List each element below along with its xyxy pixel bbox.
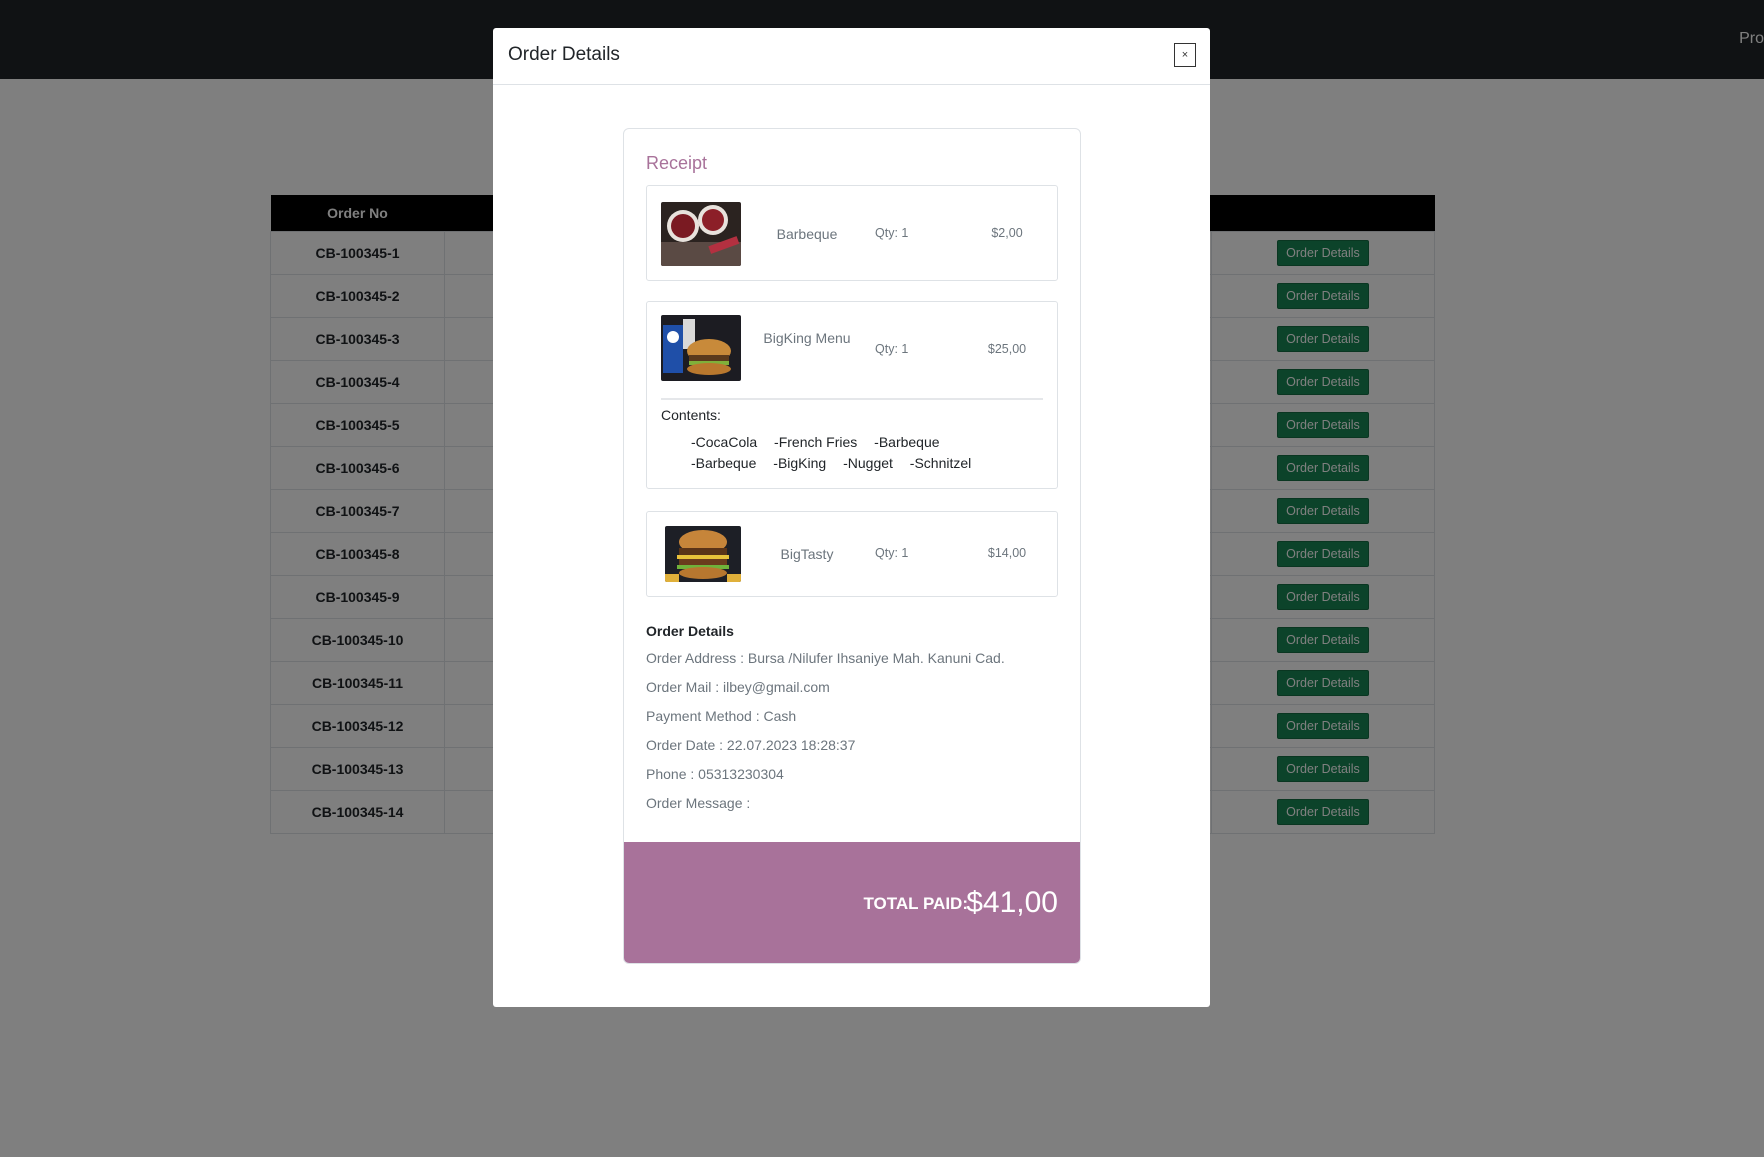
order-address: Order Address : Bursa /Nilufer Ihsaniye …	[646, 650, 1005, 666]
item-qty: Qty: 1	[875, 546, 909, 560]
order-phone: Phone : 05313230304	[646, 766, 784, 782]
item-price: $14,00	[987, 546, 1027, 560]
order-details-heading: Order Details	[646, 623, 734, 639]
modal-header: Order Details ×	[493, 28, 1210, 85]
contents-entry: -CocaCola	[691, 434, 758, 450]
item-qty: Qty: 1	[875, 342, 909, 356]
item-price: $2,00	[991, 226, 1023, 240]
contents-entry: -French Fries	[774, 434, 858, 450]
contents-entry: -Nugget	[843, 455, 893, 471]
contents-label: Contents:	[661, 407, 721, 423]
item-divider	[661, 398, 1043, 400]
order-mail: Order Mail : ilbey@gmail.com	[646, 679, 830, 695]
contents-entry: -Barbeque	[874, 434, 940, 450]
total-bar: TOTAL PAID: $41,00	[624, 842, 1080, 963]
contents-entry: -Barbeque	[691, 455, 757, 471]
contents-entry: -BigKing	[773, 455, 827, 471]
order-details-modal: Order Details × Receipt Barbeque Qty: 1 …	[493, 28, 1210, 1007]
item-name: BigKing Menu	[763, 330, 851, 346]
item-qty: Qty: 1	[875, 226, 909, 240]
bigking-menu-image	[661, 315, 741, 381]
receipt-item: BigTasty Qty: 1 $14,00	[646, 511, 1058, 597]
barbeque-image	[661, 202, 741, 266]
order-date: Order Date : 22.07.2023 18:28:37	[646, 737, 856, 753]
receipt-item: BigKing Menu Qty: 1 $25,00 Contents: -Co…	[646, 301, 1058, 489]
bigtasty-image	[665, 526, 741, 582]
modal-title: Order Details	[508, 44, 620, 65]
item-name: BigTasty	[780, 546, 834, 562]
receipt-item: Barbeque Qty: 1 $2,00	[646, 185, 1058, 281]
contents-list: -CocaCola -French Fries -Barbeque -Barbe…	[691, 432, 1031, 474]
total-value: $41,00	[966, 886, 1058, 919]
close-button[interactable]: ×	[1174, 43, 1196, 67]
payment-method: Payment Method : Cash	[646, 708, 797, 724]
order-message: Order Message :	[646, 795, 751, 811]
receipt-title: Receipt	[646, 153, 708, 173]
item-price: $25,00	[987, 342, 1027, 356]
total-label: TOTAL PAID:	[863, 894, 968, 913]
contents-entry: -Schnitzel	[909, 455, 972, 471]
order-details-section: Order Details Order Address : Bursa /Nil…	[646, 623, 1066, 823]
item-name: Barbeque	[776, 226, 838, 242]
receipt-card: Receipt Barbeque Qty: 1 $2,00 BigKing Me…	[623, 128, 1081, 964]
